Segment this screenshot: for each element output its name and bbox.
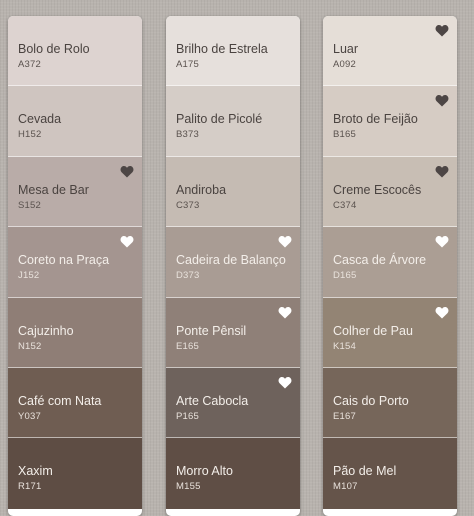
color-name: Luar [333,42,359,56]
color-name: Pão de Mel [333,464,397,479]
color-chip[interactable]: Luar A092 [323,16,457,87]
color-code: D165 [333,270,357,282]
color-code: A372 [18,59,41,70]
color-code: A092 [333,59,356,70]
color-name: Bolo de Rolo [18,42,90,56]
color-code: M155 [176,481,201,493]
color-name: Coreto na Praça [18,253,110,268]
color-chip[interactable]: Morro Alto M155 [166,438,300,509]
color-chip[interactable]: Cadeira de Balanço D373 [166,227,300,298]
color-chip[interactable]: Mesa de Bar S152 [8,156,142,228]
color-chip[interactable]: Andiroba C373 [166,156,300,228]
color-code: R171 [18,481,42,493]
heart-icon[interactable] [120,235,134,248]
heart-icon[interactable] [278,376,292,389]
color-name: Morro Alto [176,464,233,479]
color-name: Broto de Feijão [333,112,418,127]
color-code: H152 [18,129,42,141]
color-chip[interactable]: Brilho de Estrela A175 [166,16,300,87]
color-name: Cajuzinho [18,323,74,338]
heart-icon[interactable] [435,306,449,319]
color-chip[interactable]: Broto de Feijão B165 [323,86,457,157]
color-code: S152 [18,199,41,211]
color-code: J152 [18,270,40,282]
color-column-3: Luar A092 Broto de Feijão B165 Creme Escocês… [323,16,457,516]
color-code: B373 [176,129,199,141]
color-chip[interactable]: Cevada H152 [8,86,142,157]
color-code: B165 [333,129,356,141]
color-chip[interactable]: Palito de Picolé B373 [166,86,300,157]
color-name: Palito de Picolé [176,112,263,127]
heart-icon[interactable] [435,94,449,107]
color-code: M107 [333,481,358,493]
heart-icon[interactable] [278,235,292,248]
color-name: Arte Cabocla [176,393,249,408]
color-name: Creme Escocês [333,182,422,197]
color-chip[interactable]: Creme Escocês C374 [323,156,457,228]
heart-icon[interactable] [120,165,134,178]
heart-icon[interactable] [278,306,292,319]
color-code: P165 [176,410,199,422]
color-code: D373 [176,270,200,282]
color-name: Andiroba [176,182,227,197]
heart-icon[interactable] [435,235,449,248]
color-column-2: Brilho de Estrela A175 Palito de Picolé B37… [166,16,300,516]
color-chip[interactable]: Café com Nata Y037 [8,367,142,439]
color-chip[interactable]: Cais do Porto E167 [323,367,457,439]
color-code: N152 [18,340,42,352]
color-name: Mesa de Bar [18,182,89,197]
color-code: A175 [176,59,199,70]
color-chip[interactable]: Xaxim R171 [8,438,142,509]
color-chip[interactable]: Cajuzinho N152 [8,297,142,368]
color-code: C373 [176,199,200,211]
color-name: Casca de Árvore [333,253,427,268]
color-name: Brilho de Estrela [176,42,268,56]
color-name: Cadeira de Balanço [176,253,286,268]
heart-icon[interactable] [435,24,449,37]
color-name: Colher de Pau [333,323,413,338]
color-chip[interactable]: Coreto na Praça J152 [8,227,142,298]
color-name: Ponte Pênsil [176,323,247,338]
color-name: Xaxim [18,464,53,479]
color-name: Café com Nata [18,393,102,408]
color-chip[interactable]: Arte Cabocla P165 [166,367,300,439]
color-column-1: Bolo de Rolo A372 Cevada H152 Mesa de Bar S15… [8,16,142,516]
color-chip[interactable]: Ponte Pênsil E165 [166,297,300,368]
color-chip[interactable]: Casca de Árvore D165 [323,227,457,298]
color-code: Y037 [18,410,41,422]
color-chip[interactable]: Colher de Pau K154 [323,297,457,368]
heart-icon[interactable] [435,165,449,178]
color-code: K154 [333,340,356,352]
color-name: Cevada [18,112,62,127]
color-code: C374 [333,199,357,211]
color-chip[interactable]: Bolo de Rolo A372 [8,16,142,87]
color-name: Cais do Porto [333,393,409,408]
color-code: E165 [176,340,199,352]
color-code: E167 [333,410,356,422]
color-chip[interactable]: Pão de Mel M107 [323,438,457,509]
